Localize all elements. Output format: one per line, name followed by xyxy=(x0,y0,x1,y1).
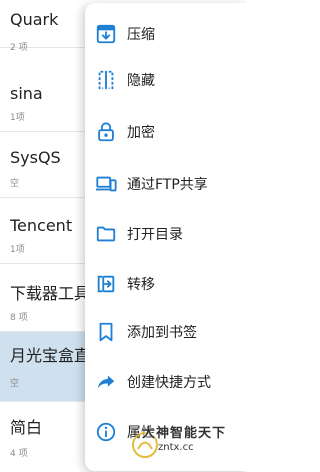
context-menu: 压缩 隐藏 加密 通过FTP共享 打开目录 转移 添加到书签 创建快捷方式 属性 xyxy=(85,3,246,471)
shortcut-icon xyxy=(95,371,117,393)
menu-item-label: 通过FTP共享 xyxy=(127,177,208,193)
folder-name: Quark xyxy=(10,10,59,29)
menu-item-label: 创建快捷方式 xyxy=(127,375,211,391)
file-manager-screen: Quark 2 项 sina 1项 SysQS 空 Tencent 1项 下载器… xyxy=(0,0,246,472)
menu-item-label: 隐藏 xyxy=(127,73,155,89)
menu-item-label: 属性 xyxy=(127,425,155,441)
menu-item-add-bookmark[interactable]: 添加到书签 xyxy=(85,307,246,357)
folder-item-count: 8 项 xyxy=(10,313,28,323)
menu-item-label: 压缩 xyxy=(127,27,155,43)
menu-item-hide[interactable]: 隐藏 xyxy=(85,55,246,105)
folder-item-count: 2 项 xyxy=(10,43,28,53)
folder-name: sina xyxy=(10,84,43,103)
folder-name: 简白 xyxy=(10,418,43,437)
menu-item-label: 打开目录 xyxy=(127,227,183,243)
menu-item-compress[interactable]: 压缩 xyxy=(85,9,246,59)
folder-item-count: 4 项 xyxy=(10,449,28,459)
folder-item-count: 1项 xyxy=(10,113,25,123)
info-icon xyxy=(95,421,117,443)
compress-icon xyxy=(95,23,117,45)
folder-name: 月光宝盒直 xyxy=(10,346,91,365)
bookmark-icon xyxy=(95,321,117,343)
menu-item-create-shortcut[interactable]: 创建快捷方式 xyxy=(85,357,246,407)
folder-name: SysQS xyxy=(10,148,61,167)
lock-icon xyxy=(95,121,117,143)
folder-name: 下载器工具 xyxy=(10,284,91,303)
menu-item-ftp-share[interactable]: 通过FTP共享 xyxy=(85,159,246,209)
menu-item-encrypt[interactable]: 加密 xyxy=(85,107,246,157)
hide-icon xyxy=(95,69,117,91)
menu-item-properties[interactable]: 属性 xyxy=(85,407,246,457)
ftp-share-icon xyxy=(95,173,117,195)
menu-item-label: 添加到书签 xyxy=(127,325,197,341)
folder-item-count: 空 xyxy=(10,379,20,389)
folder-name: Tencent xyxy=(10,216,73,235)
menu-item-label: 转移 xyxy=(127,277,155,293)
folder-icon xyxy=(95,223,117,245)
folder-item-count: 空 xyxy=(10,179,20,189)
menu-item-label: 加密 xyxy=(127,125,155,141)
transfer-icon xyxy=(95,273,117,295)
folder-item-count: 1项 xyxy=(10,245,25,255)
menu-item-open-directory[interactable]: 打开目录 xyxy=(85,209,246,259)
menu-item-transfer[interactable]: 转移 xyxy=(85,259,246,309)
